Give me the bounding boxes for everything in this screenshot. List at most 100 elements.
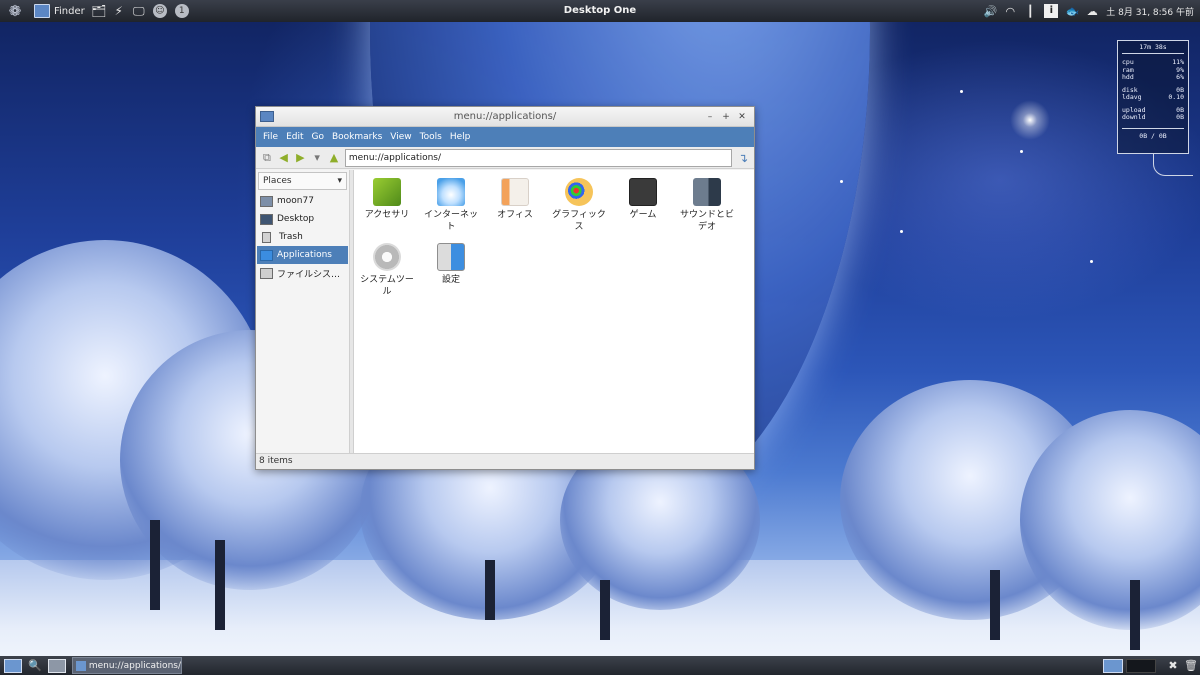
app-folder-system-tools[interactable]: システムツール (356, 243, 418, 298)
minimize-button[interactable]: – (702, 112, 718, 122)
app-folder-internet[interactable]: インターネット (420, 178, 482, 233)
tools-icon[interactable]: ✖ (1164, 659, 1182, 672)
close-button[interactable]: ✕ (734, 112, 750, 122)
menu-edit[interactable]: Edit (282, 132, 307, 142)
window-titlebar[interactable]: menu://applications/ – + ✕ (256, 107, 754, 127)
home-icon (260, 195, 273, 207)
file-manager-window: menu://applications/ – + ✕ File Edit Go … (255, 106, 755, 470)
wallpaper-trunk (600, 580, 610, 640)
wallpaper-star (1090, 260, 1093, 263)
app-folder-sound-video[interactable]: サウンドとビデオ (676, 178, 738, 233)
wallpaper-star (960, 90, 963, 93)
wallpaper-trunk (1130, 580, 1140, 650)
sidebar-item-trash[interactable]: Trash (257, 228, 348, 246)
stat-row: hdd 6% (1122, 73, 1184, 82)
settings-icon (437, 243, 465, 271)
window-folder-icon (260, 111, 274, 122)
office-icon (501, 178, 529, 206)
lightning-icon[interactable]: ⚡ (109, 0, 129, 22)
system-tray: 🔊 ◠ ┃ i 🐟 ☁ 土 8月 31, 8:56 午前 (980, 0, 1200, 22)
internet-icon (437, 178, 465, 206)
menu-bookmarks[interactable]: Bookmarks (328, 132, 386, 142)
menu-file[interactable]: File (259, 132, 282, 142)
number-circle-icon: 1 (174, 4, 189, 18)
sidebar-item-filesystem[interactable]: ファイルシス… (257, 264, 348, 282)
location-bar[interactable]: menu://applications/ (344, 148, 733, 167)
app-folder-label: サウンドとビデオ (679, 210, 734, 232)
net-total: 0B / 0B (1122, 127, 1184, 140)
sidebar-item-label: ファイルシス… (277, 269, 341, 280)
user-launcher[interactable]: ☺ (149, 0, 171, 22)
menu-view[interactable]: View (386, 132, 415, 142)
wallpaper-star (840, 180, 843, 183)
clock[interactable]: 土 8月 31, 8:56 午前 (1102, 5, 1200, 18)
wallpaper-star (900, 230, 903, 233)
workspace-pager-2[interactable] (1126, 658, 1156, 673)
uptime: 17m 38s (1122, 43, 1184, 54)
bottom-panel: 🔍 menu://applications/ ✖ 🗑 (0, 656, 1200, 675)
desktop-icon (260, 213, 273, 225)
app-folder-label: システムツール (360, 275, 414, 297)
maximize-button[interactable]: + (718, 112, 734, 122)
stat-label: hdd (1122, 73, 1134, 81)
app-folder-games[interactable]: ゲーム (612, 178, 674, 221)
window-controls: – + ✕ (702, 107, 750, 127)
app-menu-logo-icon[interactable]: ❁ (0, 0, 30, 22)
taskbar-item-file-manager[interactable]: menu://applications/ (72, 657, 182, 674)
workspace-launcher[interactable]: 1 (171, 0, 193, 22)
system-tools-icon (373, 243, 401, 271)
files-launcher-icon[interactable]: 🗂 (89, 0, 109, 22)
volume-icon[interactable]: 🔊 (980, 5, 1000, 18)
wallpaper-star (1020, 150, 1023, 153)
stat-value: 0B (1176, 113, 1184, 121)
panel-right-area: ✖ 🗑 (1103, 656, 1200, 675)
sidebar-item-applications[interactable]: Applications (257, 246, 348, 264)
forward-arrow-icon[interactable]: ▶ (293, 150, 309, 166)
app-folder-settings[interactable]: 設定 (420, 243, 482, 286)
graphics-icon (565, 178, 593, 206)
show-desktop-icon[interactable] (48, 658, 66, 673)
search-icon[interactable]: 🔍 (26, 659, 44, 673)
window-content: Places ▾ moon77 Desktop Trash Applicatio… (256, 170, 754, 453)
up-arrow-icon[interactable]: ▲ (326, 150, 342, 166)
sidebar-item-label: Applications (277, 250, 332, 260)
monitor-icon[interactable]: 🖵 (129, 0, 149, 22)
info-icon[interactable]: i (1044, 4, 1059, 18)
wallpaper-trunk (215, 540, 225, 630)
wifi-icon[interactable]: ◠ (1000, 5, 1020, 18)
stat-row: downld 0B (1122, 113, 1184, 122)
finder-launcher[interactable]: Finder (30, 0, 89, 22)
finder-icon (34, 4, 50, 18)
network-icon[interactable]: ┃ (1020, 5, 1040, 18)
workspace-pager-1[interactable] (1103, 658, 1123, 673)
sound-video-icon (693, 178, 721, 206)
app-folder-label: オフィス (497, 210, 533, 220)
app-folder-label: ゲーム (629, 210, 657, 220)
menu-go[interactable]: Go (308, 132, 328, 142)
applications-icon (260, 249, 273, 261)
app-folder-graphics[interactable]: グラフィックス (548, 178, 610, 233)
places-selector[interactable]: Places ▾ (258, 172, 347, 190)
trash-bin-icon[interactable]: 🗑 (1182, 659, 1200, 672)
stat-row: ldavg 0.10 (1122, 93, 1184, 102)
back-arrow-icon[interactable]: ◀ (276, 150, 292, 166)
sidebar-item-home[interactable]: moon77 (257, 192, 348, 210)
games-icon (629, 178, 657, 206)
wallpaper-trunk (990, 570, 1000, 640)
new-tab-icon[interactable]: ⧉ (259, 150, 275, 166)
app-folder-label: 設定 (441, 275, 460, 285)
taskbar-item-label: menu://applications/ (88, 660, 181, 671)
fish-icon[interactable]: 🐟 (1062, 5, 1082, 18)
app-folder-office[interactable]: オフィス (484, 178, 546, 221)
icon-view: アクセサリ インターネット オフィス グラフィックス ゲーム サウンドとビデオ (354, 170, 754, 453)
stat-value: 0.10 (1168, 93, 1184, 101)
history-dropdown-icon[interactable]: ▾ (309, 150, 325, 166)
start-menu-icon[interactable] (4, 658, 22, 673)
menu-help[interactable]: Help (446, 132, 475, 142)
go-jump-icon[interactable]: ↴ (735, 150, 751, 166)
trash-icon (262, 231, 271, 243)
cloud-icon[interactable]: ☁ (1082, 5, 1102, 18)
sidebar-item-desktop[interactable]: Desktop (257, 210, 348, 228)
menu-tools[interactable]: Tools (416, 132, 446, 142)
app-folder-accessories[interactable]: アクセサリ (356, 178, 418, 221)
